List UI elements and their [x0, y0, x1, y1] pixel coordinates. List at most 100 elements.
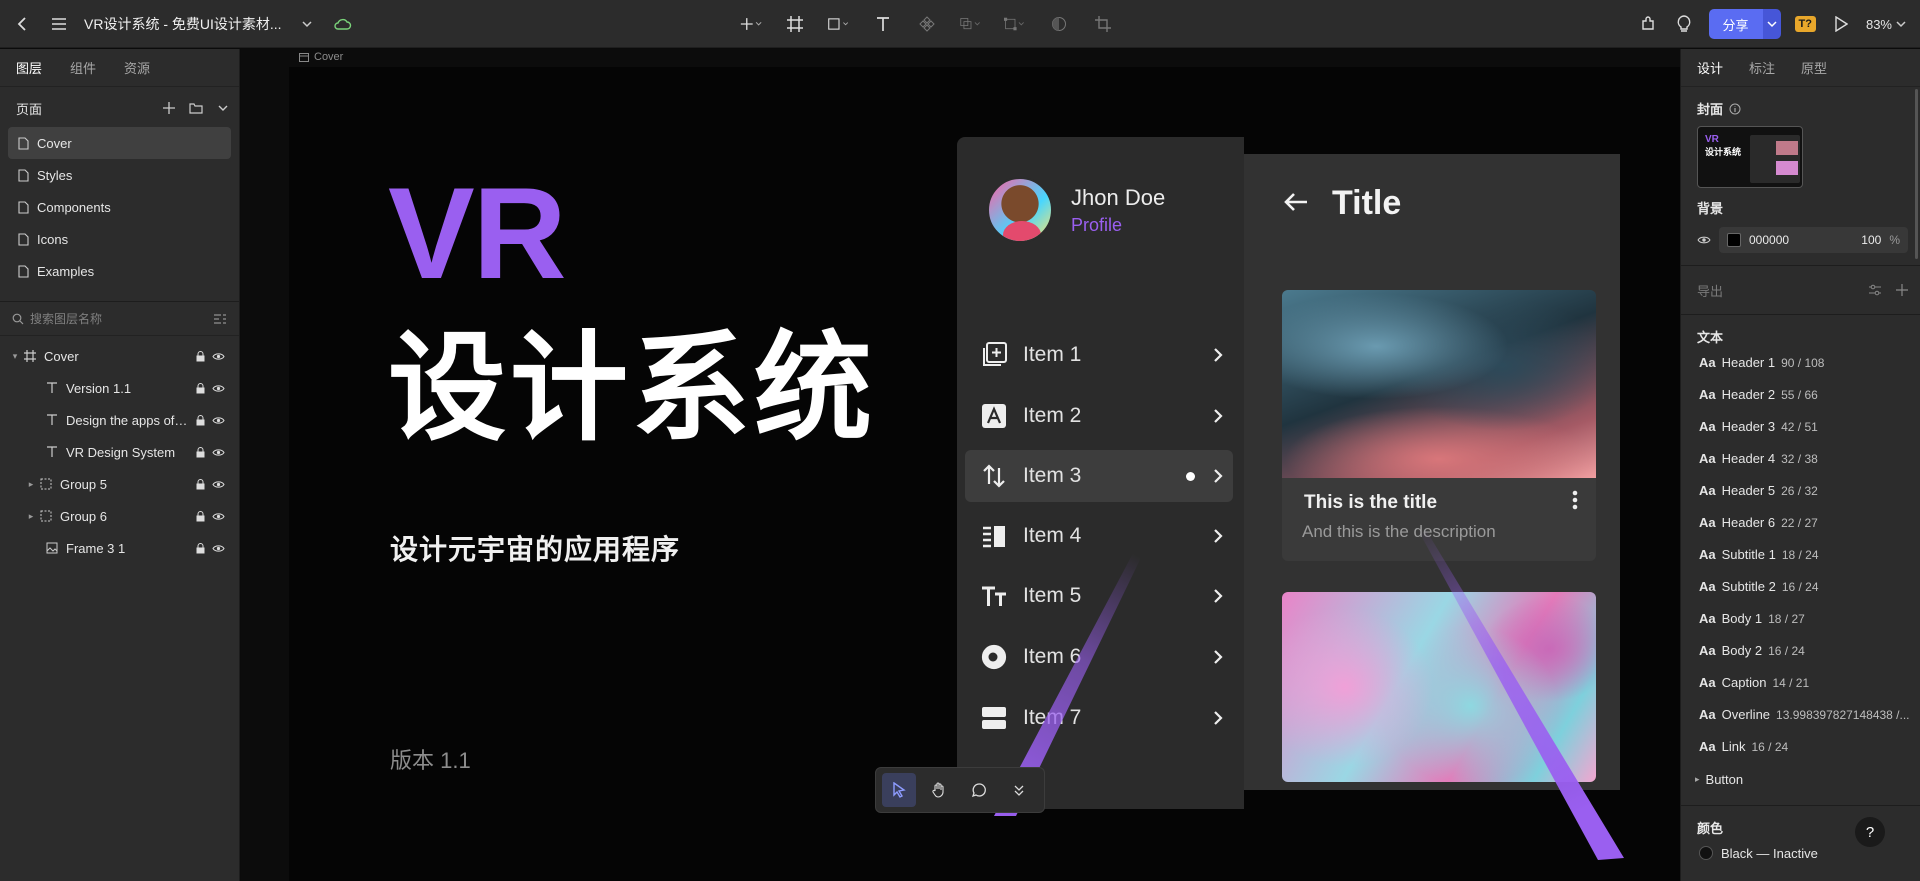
hamburger-menu-icon[interactable] [48, 13, 70, 35]
component-tool-icon[interactable] [916, 13, 938, 35]
frame-tool-icon[interactable] [784, 13, 806, 35]
eye-icon[interactable] [209, 352, 227, 361]
expand-caret-icon[interactable]: ▸ [24, 479, 38, 490]
hand-tool-icon[interactable] [922, 773, 956, 807]
expand-caret-icon[interactable]: ▾ [8, 351, 22, 362]
text-style-item[interactable]: Aa Body 2 16 / 24 [1681, 635, 1920, 667]
eye-icon[interactable] [209, 416, 227, 425]
cover-thumbnail[interactable]: VR 设计系统 [1697, 126, 1803, 188]
crop-tool-icon[interactable] [1092, 13, 1114, 35]
cloud-sync-icon[interactable] [332, 13, 354, 35]
image-card[interactable] [1282, 592, 1596, 782]
more-vertical-icon[interactable] [1572, 490, 1578, 514]
color-swatch[interactable] [1727, 233, 1741, 247]
text-tool-icon[interactable] [872, 13, 894, 35]
pointer-tool-icon[interactable] [882, 773, 916, 807]
play-icon[interactable] [1830, 13, 1852, 35]
lock-icon[interactable] [191, 478, 209, 490]
eye-icon[interactable] [209, 384, 227, 393]
layer-search[interactable]: 搜索图层名称 [0, 302, 239, 336]
info-icon[interactable] [1729, 103, 1741, 115]
lock-icon[interactable] [191, 542, 209, 554]
background-opacity[interactable]: 100 [1861, 233, 1881, 247]
tab-annotate[interactable]: 标注 [1749, 58, 1775, 77]
panel-scrollbar[interactable] [1915, 89, 1918, 259]
layer-row-frame31[interactable]: Frame 3 1 [0, 532, 239, 564]
color-style-item[interactable]: Black — Inactive [1681, 838, 1920, 868]
vr-menu-panel[interactable]: Jhon Doe Profile Item 1 Item 2 Item 3 It… [957, 137, 1244, 809]
tab-assets[interactable]: 资源 [124, 58, 150, 77]
boolean-tool-icon[interactable] [960, 13, 982, 35]
menu-item-5[interactable]: Item 5 [965, 570, 1233, 622]
tab-design[interactable]: 设计 [1697, 58, 1723, 77]
page-item-styles[interactable]: Styles [8, 159, 231, 191]
text-style-item[interactable]: Aa Header 1 90 / 108 [1681, 347, 1920, 379]
layer-row-group5[interactable]: ▸ Group 5 [0, 468, 239, 500]
eye-icon[interactable] [209, 544, 227, 553]
menu-item-3[interactable]: Item 3 [965, 450, 1233, 502]
button-style-group[interactable]: ▸ Button [1681, 763, 1920, 795]
page-item-cover[interactable]: Cover [8, 127, 231, 159]
lock-icon[interactable] [191, 510, 209, 522]
visibility-eye-icon[interactable] [1697, 235, 1711, 245]
background-color-field[interactable]: 000000 100 % [1719, 227, 1908, 253]
add-page-icon[interactable] [163, 102, 175, 114]
expand-more-icon[interactable] [1002, 773, 1036, 807]
search-input[interactable]: 搜索图层名称 [30, 310, 207, 327]
lock-icon[interactable] [191, 350, 209, 362]
vr-detail-panel[interactable]: Title This is the title And this is the … [1244, 154, 1620, 790]
lock-icon[interactable] [191, 446, 209, 458]
background-hex[interactable]: 000000 [1749, 233, 1853, 247]
menu-item-1[interactable]: Item 1 [965, 329, 1233, 381]
layer-row-version[interactable]: Version 1.1 [0, 372, 239, 404]
text-style-item[interactable]: Aa Header 5 26 / 32 [1681, 475, 1920, 507]
collapse-pages-icon[interactable] [217, 102, 229, 114]
tab-components[interactable]: 组件 [70, 58, 96, 77]
menu-item-4[interactable]: Item 4 [965, 510, 1233, 562]
cover-subtitle[interactable]: 设计元宇宙的应用程序 [390, 528, 680, 568]
tab-layers[interactable]: 图层 [16, 58, 42, 77]
menu-item-6[interactable]: Item 6 [965, 631, 1233, 683]
lock-icon[interactable] [191, 414, 209, 426]
version-text[interactable]: 版本 1.1 [390, 743, 471, 775]
eye-icon[interactable] [209, 448, 227, 457]
file-title[interactable]: VR设计系统 - 免费UI设计素材... [84, 14, 282, 34]
transform-tool-icon[interactable] [1004, 13, 1026, 35]
share-button[interactable]: 分享 [1708, 9, 1781, 39]
plugin-icon[interactable] [1637, 13, 1659, 35]
layer-row-vr-design-system[interactable]: VR Design System [0, 436, 239, 468]
settings-sliders-icon[interactable] [1868, 284, 1882, 296]
text-style-item[interactable]: Aa Caption 14 / 21 [1681, 667, 1920, 699]
frame-label[interactable]: Cover [299, 51, 343, 63]
text-style-item[interactable]: Aa Link 16 / 24 [1681, 731, 1920, 763]
page-item-icons[interactable]: Icons [8, 223, 231, 255]
add-icon[interactable] [740, 13, 762, 35]
content-card[interactable]: This is the title And this is the descri… [1282, 290, 1596, 561]
vr-heading[interactable]: VR [388, 168, 567, 298]
mask-tool-icon[interactable] [1048, 13, 1070, 35]
back-arrow-icon[interactable] [12, 13, 34, 35]
tab-prototype[interactable]: 原型 [1801, 58, 1827, 77]
text-style-item[interactable]: Aa Header 2 55 / 66 [1681, 379, 1920, 411]
text-style-item[interactable]: Aa Header 3 42 / 51 [1681, 411, 1920, 443]
layer-row-design-apps[interactable]: Design the apps of t... [0, 404, 239, 436]
expand-caret-icon[interactable]: ▸ [24, 511, 38, 522]
text-style-item[interactable]: Aa Subtitle 2 16 / 24 [1681, 571, 1920, 603]
text-style-item[interactable]: Aa Header 4 32 / 38 [1681, 443, 1920, 475]
chevron-down-icon[interactable] [296, 13, 318, 35]
help-button[interactable]: ? [1855, 817, 1885, 847]
menu-item-2[interactable]: Item 2 [965, 390, 1233, 442]
shape-tool-icon[interactable] [828, 13, 850, 35]
text-style-item[interactable]: Aa Body 1 18 / 27 [1681, 603, 1920, 635]
text-style-item[interactable]: Aa Subtitle 1 18 / 24 [1681, 539, 1920, 571]
add-export-icon[interactable] [1896, 284, 1908, 296]
eye-icon[interactable] [209, 512, 227, 521]
font-missing-badge[interactable]: T? [1794, 16, 1816, 32]
filter-icon[interactable] [213, 313, 227, 325]
lightbulb-icon[interactable] [1673, 13, 1695, 35]
text-style-item[interactable]: Aa Overline 13.998397827148438 /... [1681, 699, 1920, 731]
layer-row-cover[interactable]: ▾ Cover [0, 340, 239, 372]
share-label[interactable]: 分享 [1708, 9, 1763, 39]
design-system-heading[interactable]: 设计系统 [388, 327, 876, 452]
comment-tool-icon[interactable] [962, 773, 996, 807]
